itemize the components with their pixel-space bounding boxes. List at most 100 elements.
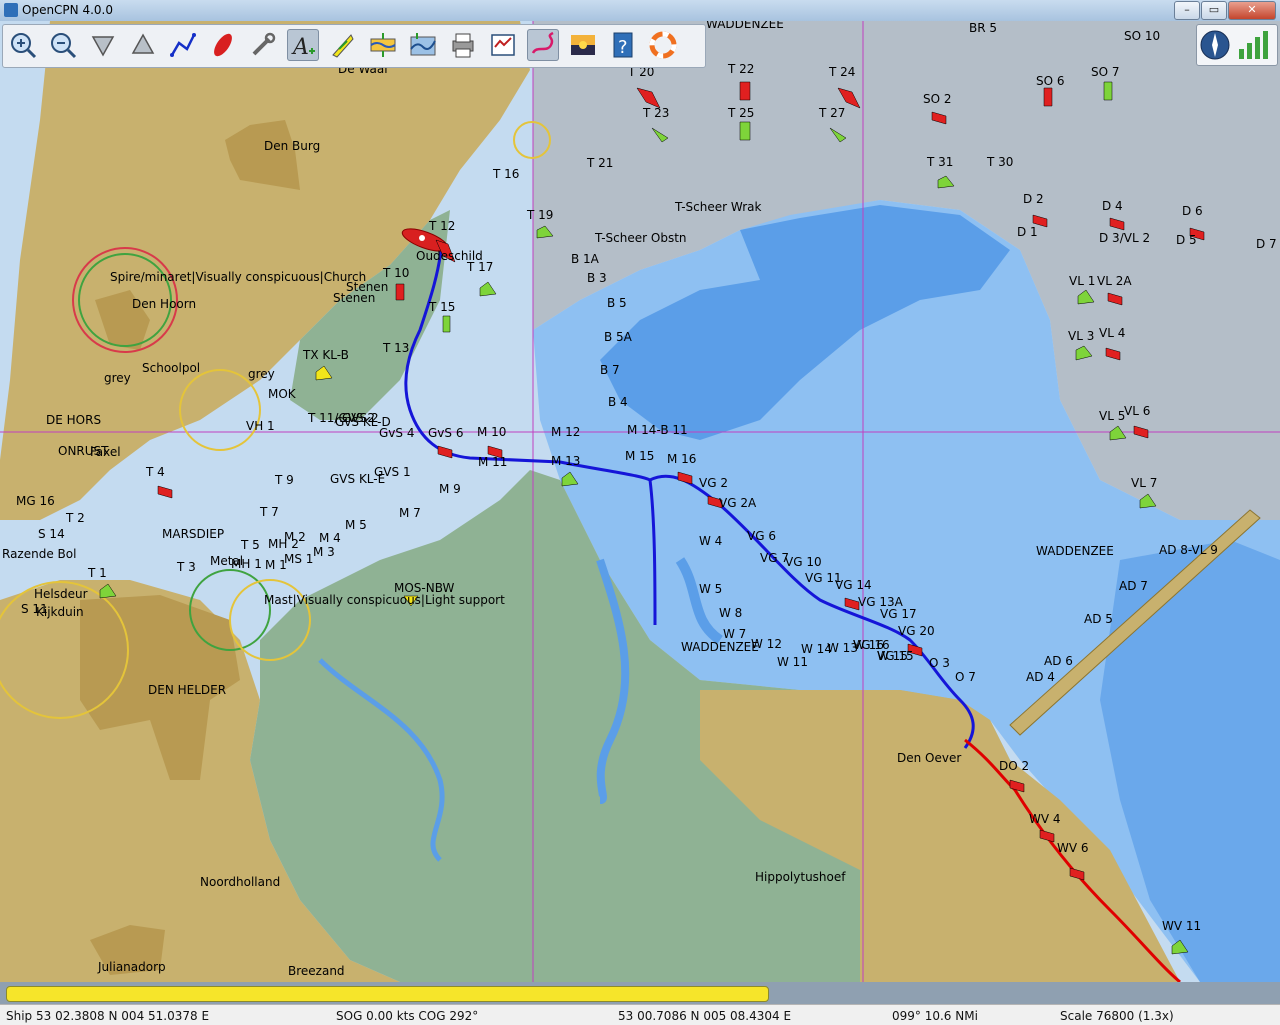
- buoy-label: WV 11: [1162, 919, 1201, 933]
- ship-position: Ship 53 02.3808 N 004 51.0378 E: [6, 1009, 210, 1023]
- buoy-label: VL 4: [1099, 326, 1125, 340]
- title-bar: OpenCPN 4.0.0 – ▭ ✕: [0, 0, 1280, 22]
- buoy-label: VL 6: [1124, 404, 1150, 418]
- scale-out-button[interactable]: [127, 29, 159, 61]
- buoy-label: M 3: [313, 545, 335, 559]
- chart-quilt-bar[interactable]: [0, 982, 1280, 1004]
- buoy-label: AD 4: [1026, 670, 1055, 684]
- create-route-button[interactable]: [167, 29, 199, 61]
- buoy-label: W 15: [877, 649, 908, 663]
- buoy-label: MG 16: [16, 494, 55, 508]
- tide-graph-button[interactable]: [407, 29, 439, 61]
- close-button[interactable]: ✕: [1228, 1, 1276, 20]
- current-button[interactable]: [327, 29, 359, 61]
- buoy-label: T 31: [926, 155, 953, 169]
- buoy-label: GvS 6: [428, 426, 463, 440]
- buoy-label: GVS KL-E: [330, 472, 385, 486]
- buoy-label: M 13: [551, 454, 580, 468]
- buoy-label: B 5A: [604, 330, 633, 344]
- help-button[interactable]: ?: [607, 29, 639, 61]
- place-label: T-Scheer Wrak: [674, 200, 762, 214]
- buoy-label: AD 8-VL 9: [1159, 543, 1218, 557]
- place-label: Breezand: [288, 964, 345, 978]
- place-label: WADDENZEE: [706, 21, 784, 31]
- buoy-label: T 2: [65, 511, 85, 525]
- buoy-label: O 7: [955, 670, 976, 684]
- buoy-label: M 7: [399, 506, 421, 520]
- place-label: DEN HELDER: [148, 683, 226, 697]
- buoy-label: VG 2: [699, 476, 728, 490]
- buoy-label: T 13: [382, 341, 409, 355]
- buoy-label: M 15: [625, 449, 654, 463]
- buoy-label: T 30: [986, 155, 1013, 169]
- place-label: Helsdeur: [34, 587, 88, 601]
- buoy-label: T 22: [727, 62, 754, 76]
- zoom-out-button[interactable]: [47, 29, 79, 61]
- zoom-out-icon: [51, 33, 77, 59]
- zoom-in-button[interactable]: [7, 29, 39, 61]
- place-label: Julianadorp: [97, 960, 166, 974]
- lifebuoy-icon: [649, 31, 677, 59]
- compass-widget[interactable]: [1196, 24, 1278, 66]
- zoom-in-icon: [11, 33, 37, 59]
- buoy-label: M 4: [319, 531, 341, 545]
- buoy-label: T 15: [428, 300, 455, 314]
- wrench-icon: [252, 32, 276, 56]
- buoy-label: SO 7: [1091, 65, 1120, 79]
- buoy-label: D 6: [1182, 204, 1203, 218]
- buoy-label: D 1: [1017, 225, 1038, 239]
- tide-graph-icon: [410, 33, 436, 56]
- buoy-label: W 11: [777, 655, 808, 669]
- place-label: MARSDIEP: [162, 527, 224, 541]
- buoy-label: T 21: [586, 156, 613, 170]
- place-label: grey: [104, 371, 131, 385]
- chart-canvas[interactable]: Den Burg De Waal Oudeschild Spire/minare…: [0, 21, 1280, 982]
- tide-button[interactable]: [367, 29, 399, 61]
- mob-button[interactable]: [647, 29, 679, 61]
- place-label: T-Scheer Obstn: [594, 231, 687, 245]
- buoy-label: VH 1: [246, 419, 275, 433]
- buoy-label: M 5: [345, 518, 367, 532]
- svg-text:?: ?: [618, 37, 628, 58]
- buoy-label: D 3/VL 2: [1099, 231, 1150, 245]
- place-label: WADDENZEE: [681, 640, 759, 654]
- print-icon: [452, 33, 474, 58]
- route-manager-button[interactable]: [487, 29, 519, 61]
- buoy-label: T 10: [382, 266, 409, 280]
- track-button[interactable]: [527, 29, 559, 61]
- buoy-label: T 24: [828, 65, 855, 79]
- buoy-label: B 1A: [571, 252, 600, 266]
- place-label: WADDENZEE: [1036, 544, 1114, 558]
- buoy-label: SO 2: [923, 92, 952, 106]
- auto-follow-button[interactable]: [207, 29, 239, 61]
- route-manager-icon: [491, 34, 515, 56]
- cursor-position: 53 00.7086 N 005 08.4304 E: [618, 1009, 792, 1023]
- place-label: Noordholland: [200, 875, 280, 889]
- minimize-button[interactable]: –: [1174, 1, 1200, 20]
- buoy-label: T 4: [145, 465, 165, 479]
- text-toggle-button[interactable]: A: [287, 29, 319, 61]
- buoy-label: S 14: [38, 527, 65, 541]
- buoy-label: B 4: [608, 395, 628, 409]
- maximize-button[interactable]: ▭: [1201, 1, 1227, 20]
- options-button[interactable]: [247, 29, 279, 61]
- current-icon: [332, 34, 354, 58]
- scale-in-button[interactable]: [87, 29, 119, 61]
- nautical-chart[interactable]: Den Burg De Waal Oudeschild Spire/minare…: [0, 21, 1280, 982]
- color-scheme-button[interactable]: [567, 29, 599, 61]
- buoy-label: T 5: [240, 538, 260, 552]
- buoy-label: T 7: [259, 505, 279, 519]
- buoy-label: W 5: [699, 582, 722, 596]
- place-label: MOK: [268, 387, 297, 401]
- buoy-label: AD 6: [1044, 654, 1073, 668]
- ship-icon: [214, 33, 232, 57]
- chart-scale: Scale 76800 (1.3x): [1060, 1009, 1174, 1023]
- print-button[interactable]: [447, 29, 479, 61]
- buoy-label: VL 1: [1069, 274, 1095, 288]
- chart-quilt-fill[interactable]: [6, 986, 769, 1002]
- buoy-label: VL 2A: [1097, 274, 1132, 288]
- buoy-label: WV 6: [1057, 841, 1089, 855]
- buoy-label: VG 10: [785, 555, 822, 569]
- buoy-label: M 10: [477, 425, 506, 439]
- buoy-label: T 19: [526, 208, 553, 222]
